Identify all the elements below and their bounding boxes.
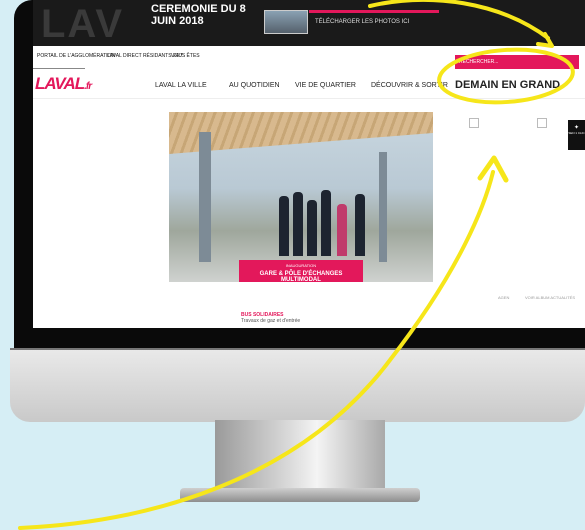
highlight-circle-tail (368, 0, 550, 40)
highlight-circle (437, 47, 575, 105)
pointer-arrow-line (18, 170, 495, 530)
annotation-layer (18, 0, 575, 530)
top-arrowhead (536, 32, 554, 48)
